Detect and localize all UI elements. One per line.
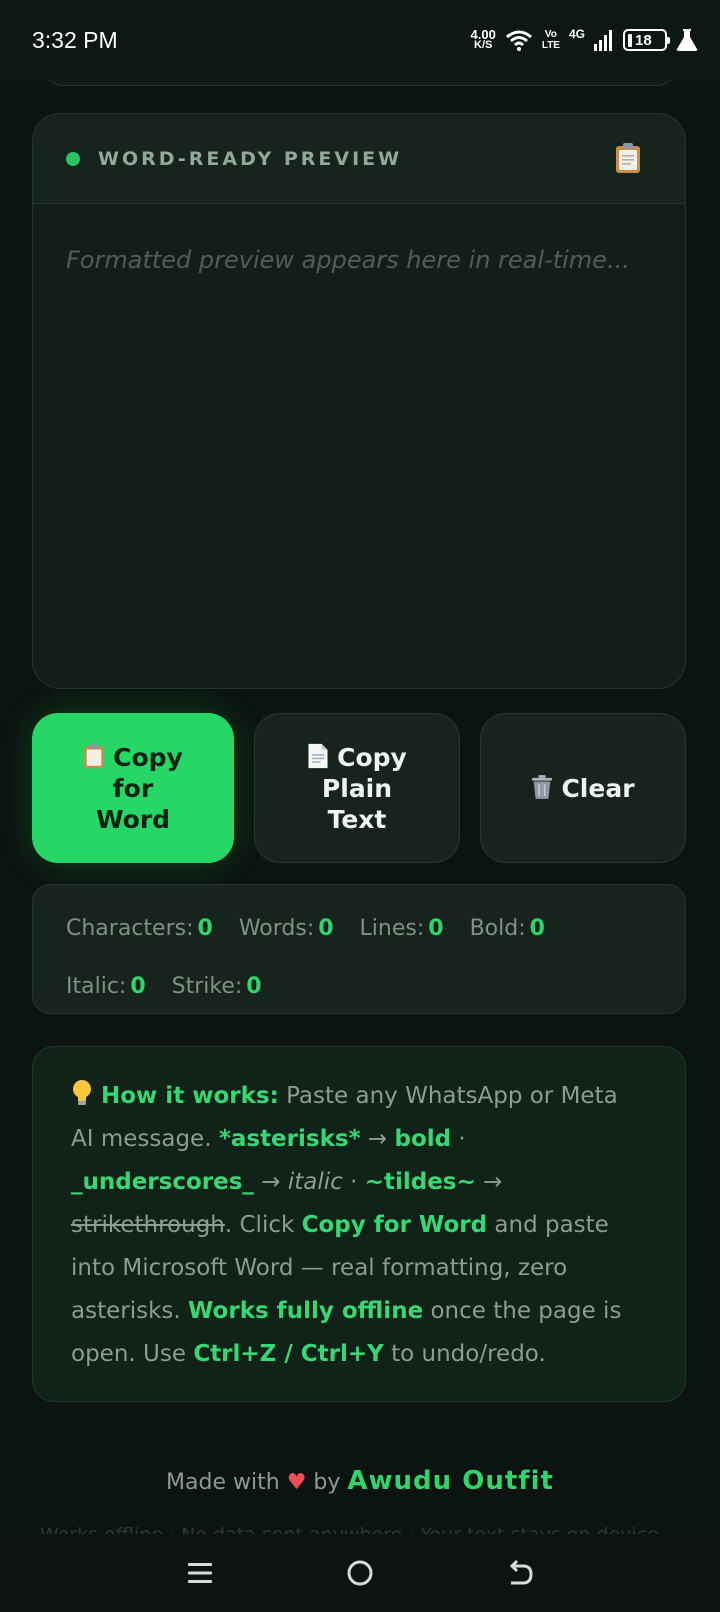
stat-characters: Characters: 0: [66, 915, 213, 941]
stat-words: Words: 0: [238, 915, 334, 941]
stat-strike: Strike: 0: [171, 973, 262, 999]
battery-icon: 18: [623, 29, 670, 51]
preview-area[interactable]: Formatted preview appears here in real-t…: [33, 204, 685, 316]
trash-icon: [532, 774, 553, 799]
lab-icon: [676, 29, 698, 51]
brand-name[interactable]: Awudu Outfit: [347, 1466, 554, 1496]
preview-title: WORD-READY PREVIEW: [98, 147, 403, 170]
menu-icon[interactable]: [180, 1553, 220, 1593]
action-buttons: Copy for Word Copy Plain Text Clear: [32, 713, 686, 863]
stat-lines: Lines: 0: [359, 915, 444, 941]
status-icons: 4.00 K/S Vo LTE 4G 18: [470, 27, 698, 52]
lightbulb-icon: [73, 1080, 91, 1105]
info-heading: How it works:: [101, 1083, 279, 1109]
stats-panel: Characters: 0 Words: 0 Lines: 0 Bold: 0 Ital…: [32, 884, 686, 1014]
preview-placeholder: Formatted preview appears here in real-t…: [66, 246, 630, 274]
signal-icon: [594, 30, 612, 51]
clipboard-icon: [84, 743, 104, 768]
system-nav-bar: [0, 1534, 720, 1612]
clipboard-icon[interactable]: [615, 142, 641, 174]
footer: Made with ♥ by Awudu Outfit: [166, 1466, 554, 1496]
home-icon[interactable]: [340, 1553, 380, 1593]
volte-indicator: Vo LTE: [541, 29, 560, 51]
copy-plain-text-button[interactable]: Copy Plain Text: [254, 713, 460, 863]
net-speed: 4.00 K/S: [470, 27, 496, 51]
stat-italic: Italic: 0: [66, 973, 146, 999]
how-it-works-card: How it works: Paste any WhatsApp or Meta…: [32, 1046, 686, 1402]
stat-bold: Bold: 0: [469, 915, 545, 941]
status-time: 3:32 PM: [32, 26, 118, 53]
preview-header: WORD-READY PREVIEW: [33, 114, 685, 204]
document-icon: [308, 743, 328, 768]
network-type: 4G: [568, 27, 585, 41]
copy-for-word-button[interactable]: Copy for Word: [32, 713, 234, 863]
wifi-icon: [505, 30, 532, 51]
clear-button[interactable]: Clear: [480, 713, 686, 863]
back-icon[interactable]: [500, 1553, 540, 1593]
heart-icon: ♥: [286, 1470, 307, 1495]
preview-card: WORD-READY PREVIEW Formatted preview app…: [32, 113, 686, 689]
live-indicator-dot: [66, 151, 80, 166]
status-bar: 3:32 PM 4.00 K/S Vo LTE 4G 18: [0, 0, 720, 80]
